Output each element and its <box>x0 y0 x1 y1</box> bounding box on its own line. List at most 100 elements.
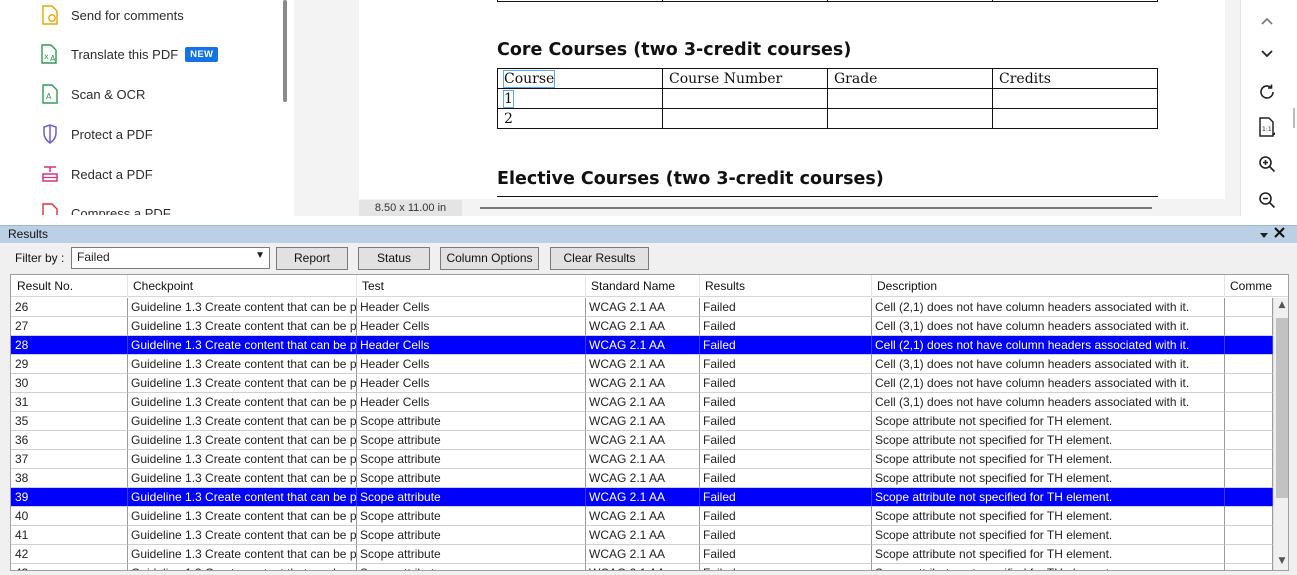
cell-comments <box>1225 393 1273 412</box>
table-row[interactable]: 38 Guideline 1.3 Create content that can … <box>11 469 1273 488</box>
cell-result-no: 26 <box>11 298 128 317</box>
right-toolbar: 1:1 <box>1240 0 1297 216</box>
zoom-in-icon <box>1259 156 1276 173</box>
cell-comments <box>1225 450 1273 469</box>
close-panel-button[interactable] <box>1274 227 1285 241</box>
cell-standard-name: WCAG 2.1 AA <box>586 393 700 412</box>
table-header-cell: Course <box>497 68 663 89</box>
scrollbar-thumb[interactable] <box>1276 318 1288 498</box>
cell-comments <box>1225 336 1273 355</box>
tool-protect-pdf[interactable]: Protect a PDF <box>40 122 153 146</box>
scroll-up-icon[interactable]: ▲ <box>1274 300 1288 310</box>
right-scrollbar[interactable] <box>1293 108 1295 128</box>
cell-result: Failed <box>700 336 872 355</box>
tool-compress-pdf[interactable]: Compress a PDF <box>40 201 171 215</box>
rotate-button[interactable] <box>1253 79 1281 105</box>
horizontal-scrollbar[interactable] <box>480 207 1152 209</box>
page-up-button[interactable] <box>1253 8 1281 34</box>
table-row[interactable]: 30 Guideline 1.3 Create content that can … <box>11 374 1273 393</box>
elective-courses-heading: Elective Courses (two 3-credit courses) <box>497 169 884 189</box>
table-row[interactable]: 41 Guideline 1.3 Create content that can … <box>11 526 1273 545</box>
cell-comments <box>1225 298 1273 317</box>
table-cell: 2 <box>497 108 663 129</box>
close-icon <box>1274 227 1285 238</box>
table-row[interactable]: 36 Guideline 1.3 Create content that can … <box>11 431 1273 450</box>
results-title: Results <box>8 227 49 241</box>
cell-standard-name: WCAG 2.1 AA <box>586 564 700 570</box>
table-row[interactable]: 31 Guideline 1.3 Create content that can … <box>11 393 1273 412</box>
cell-description: Scope attribute not specified for TH ele… <box>872 431 1225 450</box>
cell-description: Scope attribute not specified for TH ele… <box>872 488 1225 507</box>
table-row[interactable]: 29 Guideline 1.3 Create content that can … <box>11 355 1273 374</box>
page-down-button[interactable] <box>1253 41 1281 67</box>
results-title-bar: Results <box>0 226 1297 243</box>
filter-select[interactable]: Failed ▼ <box>71 247 270 269</box>
tools-scrollbar[interactable] <box>283 0 287 102</box>
cell-comments <box>1225 355 1273 374</box>
cell-standard-name: WCAG 2.1 AA <box>586 450 700 469</box>
tool-translate-pdf[interactable]: xA Translate this PDF NEW <box>40 42 219 66</box>
cell-description: Scope attribute not specified for TH ele… <box>872 526 1225 545</box>
table-line <box>497 0 498 2</box>
cell-test: Header Cells <box>357 355 586 374</box>
clear-results-button[interactable]: Clear Results <box>550 247 649 270</box>
cell-standard-name: WCAG 2.1 AA <box>586 526 700 545</box>
cell-comments <box>1225 526 1273 545</box>
vertical-scrollbar[interactable]: ▲ ▼ <box>1273 298 1288 570</box>
translate-icon: xA <box>40 43 60 65</box>
column-header-checkpoint[interactable]: Checkpoint <box>128 275 357 297</box>
tools-pane: Send for comments xA Translate this PDF … <box>0 0 293 215</box>
cell-comments <box>1225 488 1273 507</box>
table-row[interactable]: 37 Guideline 1.3 Create content that can … <box>11 450 1273 469</box>
table-row[interactable]: 43Guideline 1.3 Create content that can … <box>11 564 1273 570</box>
column-header-standard-name[interactable]: Standard Name <box>586 275 700 297</box>
cell-comments <box>1225 317 1273 336</box>
cell-checkpoint: Guideline 1.3 Create content that can be… <box>128 545 357 564</box>
cell-description: Scope attribute not specified for TH ele… <box>872 469 1225 488</box>
table-row[interactable]: 39 Guideline 1.3 Create content that can … <box>11 488 1273 507</box>
cell-result: Failed <box>700 317 872 336</box>
document-viewer[interactable]: Core Courses (two 3-credit courses) Cour… <box>294 0 1240 216</box>
column-header-results[interactable]: Results <box>700 275 872 297</box>
tool-redact-pdf[interactable]: Redact a PDF <box>40 162 153 186</box>
cell-result: Failed <box>700 488 872 507</box>
table-cell <box>992 88 1158 109</box>
column-header-comments[interactable]: Comme <box>1225 275 1288 297</box>
cell-test: Header Cells <box>357 393 586 412</box>
filter-value: Failed <box>77 250 110 264</box>
column-options-button[interactable]: Column Options <box>440 247 539 270</box>
actual-size-button[interactable]: 1:1 <box>1253 114 1281 140</box>
table-cell <box>662 88 828 109</box>
column-header-description[interactable]: Description <box>872 275 1225 297</box>
svg-text:x: x <box>44 52 49 61</box>
scan-ocr-icon: A <box>40 83 60 105</box>
table-row[interactable]: 28 Guideline 1.3 Create content that can … <box>11 336 1273 355</box>
table-row[interactable]: 35 Guideline 1.3 Create content that can … <box>11 412 1273 431</box>
zoom-out-button[interactable] <box>1253 187 1281 213</box>
table-row[interactable]: 40 Guideline 1.3 Create content that can … <box>11 507 1273 526</box>
cell-comments <box>1225 431 1273 450</box>
table-row[interactable]: 26 Guideline 1.3 Create content that can … <box>11 298 1273 317</box>
cell-result: Failed <box>700 469 872 488</box>
report-button[interactable]: Report <box>276 247 348 270</box>
tool-send-for-comments[interactable]: Send for comments <box>40 3 184 27</box>
elective-table-edge <box>497 196 1158 197</box>
cell-test: Scope attribute <box>357 469 586 488</box>
status-button[interactable]: Status <box>358 247 430 270</box>
cell-checkpoint: Guideline 1.3 Create content that can be… <box>128 336 357 355</box>
grid-header: Result No. Checkpoint Test Standard Name… <box>11 275 1288 297</box>
scroll-down-icon[interactable]: ▼ <box>1274 556 1288 566</box>
table-row[interactable]: 27 Guideline 1.3 Create content that can … <box>11 317 1273 336</box>
panel-menu-button[interactable] <box>1260 229 1268 242</box>
cell-standard-name: WCAG 2.1 AA <box>586 317 700 336</box>
table-header-cell: Grade <box>827 68 993 89</box>
table-row[interactable]: 42 Guideline 1.3 Create content that can … <box>11 545 1273 564</box>
column-header-result-no[interactable]: Result No. <box>11 275 128 297</box>
cell-checkpoint: Guideline 1.3 Create content that can be… <box>128 317 357 336</box>
column-header-test[interactable]: Test <box>357 275 586 297</box>
cell-result-no: 41 <box>11 526 128 545</box>
tool-label: Compress a PDF <box>71 205 171 216</box>
actual-size-icon: 1:1 <box>1259 117 1275 137</box>
tool-scan-ocr[interactable]: A Scan & OCR <box>40 82 145 106</box>
zoom-in-button[interactable] <box>1253 151 1281 177</box>
